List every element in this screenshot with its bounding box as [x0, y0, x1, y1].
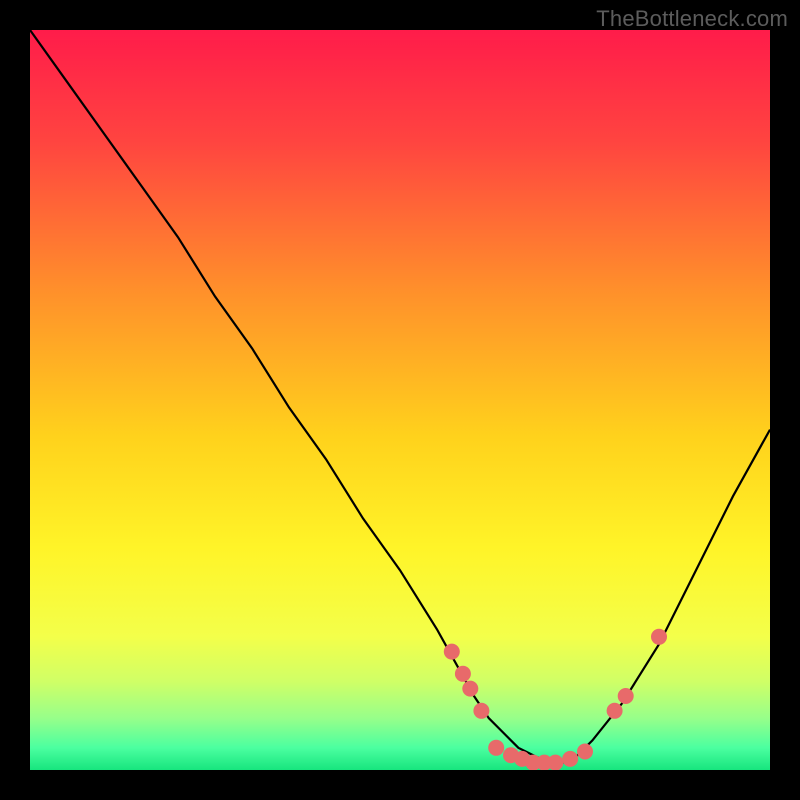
chart-frame: TheBottleneck.com	[0, 0, 800, 800]
marker-dot	[651, 629, 667, 645]
bottleneck-chart	[30, 30, 770, 770]
marker-dot	[562, 751, 578, 767]
marker-dot	[547, 755, 563, 770]
marker-dot	[462, 681, 478, 697]
marker-dot	[455, 666, 471, 682]
marker-dot	[577, 744, 593, 760]
marker-dot	[473, 703, 489, 719]
watermark-text: TheBottleneck.com	[596, 6, 788, 32]
plot-background	[30, 30, 770, 770]
marker-dot	[618, 688, 634, 704]
marker-dot	[444, 644, 460, 660]
marker-dot	[488, 740, 504, 756]
marker-dot	[607, 703, 623, 719]
